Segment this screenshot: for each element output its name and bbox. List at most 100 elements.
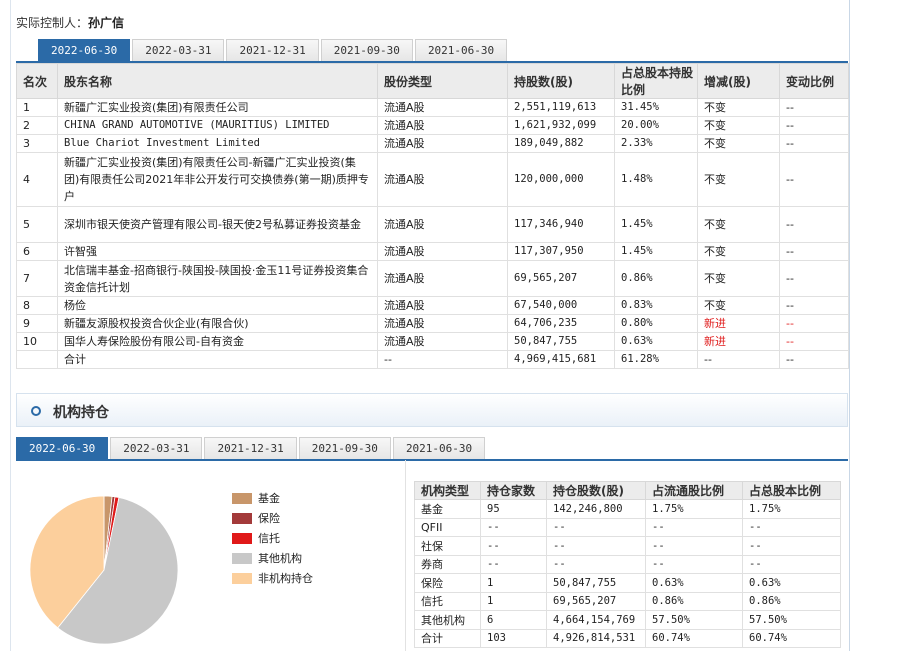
holder-row: 8 杨俭 流通A股 67,540,000 0.83% 不变 -- — [16, 296, 849, 315]
holder-cell-name: CHINA GRAND AUTOMOTIVE (MAURITIUS) LIMIT… — [57, 116, 378, 135]
inst-cell: 1 — [480, 591, 547, 611]
holder-cell-change-ratio: -- — [779, 260, 849, 297]
holder-cell-type: 流通A股 — [377, 116, 508, 135]
holder-cell-shares: 50,847,755 — [507, 332, 615, 351]
inst-cell: 1 — [480, 573, 547, 593]
tab-2021-12-31[interactable]: 2021-12-31 — [226, 39, 319, 61]
holder-cell-name: Blue Chariot Investment Limited — [57, 134, 378, 153]
inst-cell: -- — [480, 536, 547, 556]
inst-cell: -- — [742, 554, 841, 574]
institution-section-header: 机构持仓 — [16, 393, 848, 427]
holder-cell-change: 不变 — [697, 152, 780, 207]
legend-swatch — [232, 512, 252, 524]
col-inst-count: 持仓家数 — [480, 481, 547, 500]
holder-cell-ratio: 0.83% — [614, 296, 698, 315]
holder-cell-change-ratio: -- — [779, 296, 849, 315]
inst-cell: 0.63% — [645, 573, 743, 593]
holder-cell-type: 流通A股 — [377, 242, 508, 261]
holder-row: 10 国华人寿保险股份有限公司-自有资金 流通A股 50,847,755 0.63% 新进… — [16, 332, 849, 351]
inst-cell: 57.50% — [645, 610, 743, 630]
holder-row: 2 CHINA GRAND AUTOMOTIVE (MAURITIUS) LIMI… — [16, 116, 849, 135]
inst-tab-2021-06-30[interactable]: 2021-06-30 — [392, 437, 486, 459]
inst-row: 其他机构 6 4,664,154,769 57.50% 57.50% — [414, 610, 841, 630]
holder-cell-ratio: 1.45% — [614, 242, 698, 261]
inst-cell: 69,565,207 — [546, 591, 646, 611]
col-holder-name: 股东名称 — [57, 63, 378, 99]
inst-header-row: 机构类型 持仓家数 持仓股数(股) 占流通股比例 占总股本比例 — [414, 481, 841, 500]
holder-row: 5 深圳市银天使资产管理有限公司-银天使2号私募证券投资基金 流通A股 117,346… — [16, 206, 849, 243]
inst-cell: 103 — [480, 628, 547, 648]
inst-cell: 50,847,755 — [546, 573, 646, 593]
holder-cell-type: 流通A股 — [377, 152, 508, 207]
holder-cell-type: 流通A股 — [377, 98, 508, 117]
inst-tab-2022-06-30[interactable]: 2022-06-30 — [16, 437, 109, 459]
holder-cell-ratio: 61.28% — [614, 350, 698, 369]
holder-cell-change: 不变 — [697, 116, 780, 135]
institution-holdings-table: 机构类型 持仓家数 持仓股数(股) 占流通股比例 占总股本比例 基金 95 142,… — [414, 481, 841, 648]
holder-cell-ratio: 1.45% — [614, 206, 698, 243]
holder-cell-change-ratio: -- — [779, 134, 849, 153]
tab-2021-06-30[interactable]: 2021-06-30 — [414, 39, 508, 61]
holder-cell-name: 杨俭 — [57, 296, 378, 315]
holder-cell-ratio: 0.86% — [614, 260, 698, 297]
inst-cell: 1.75% — [742, 499, 841, 519]
institution-pie-chart — [29, 495, 179, 645]
inst-cell: -- — [546, 554, 646, 574]
col-rank: 名次 — [16, 63, 58, 99]
holder-cell-change: -- — [697, 350, 780, 369]
col-inst-shares: 持仓股数(股) — [546, 481, 646, 500]
inst-tab-2021-09-30[interactable]: 2021-09-30 — [298, 437, 391, 459]
inst-row: 保险 1 50,847,755 0.63% 0.63% — [414, 573, 841, 593]
holder-cell-shares: 64,706,235 — [507, 314, 615, 333]
holder-cell-type: 流通A股 — [377, 332, 508, 351]
inst-row: 信托 1 69,565,207 0.86% 0.86% — [414, 591, 841, 611]
inst-cell: 保险 — [414, 573, 481, 593]
left-border — [10, 0, 11, 651]
legend-label: 信托 — [258, 532, 280, 545]
inst-tab-2021-12-31[interactable]: 2021-12-31 — [204, 437, 297, 459]
inst-cell: -- — [480, 517, 547, 537]
inst-cell: 1.75% — [645, 499, 743, 519]
inst-tab-2022-03-31[interactable]: 2022-03-31 — [110, 437, 203, 459]
inst-row: 社保 -- -- -- -- — [414, 536, 841, 556]
tab-2022-03-31[interactable]: 2022-03-31 — [132, 39, 225, 61]
legend-item-non-institution: 非机构持仓 — [232, 568, 313, 588]
inst-cell: -- — [742, 517, 841, 537]
inst-cell: 基金 — [414, 499, 481, 519]
holder-row: 1 新疆广汇实业投资(集团)有限责任公司 流通A股 2,551,119,613 31.4… — [16, 98, 849, 117]
inst-cell: 4,926,814,531 — [546, 628, 646, 648]
holder-cell-rank: 1 — [16, 98, 58, 117]
holder-row: 7 北信瑞丰基金-招商银行-陕国投-陕国投·金玉11号证券投资集合资金信托计划 流通… — [16, 260, 849, 297]
holder-cell-type: 流通A股 — [377, 314, 508, 333]
pie-legend: 基金 保险 信托 其他机构 非机构持仓 — [232, 488, 313, 588]
holder-cell-change-ratio: -- — [779, 350, 849, 369]
inst-cell: 6 — [480, 610, 547, 630]
institution-date-tabs: 2022-06-30 2022-03-31 2021-12-31 2021-09… — [16, 437, 486, 459]
controller-name: 孙广信 — [88, 16, 125, 30]
legend-label: 基金 — [258, 492, 280, 505]
holder-date-tabs: 2022-06-30 2022-03-31 2021-12-31 2021-09… — [38, 39, 508, 61]
inst-cell: 券商 — [414, 554, 481, 574]
holder-cell-rank: 5 — [16, 206, 58, 243]
holder-cell-rank: 8 — [16, 296, 58, 315]
holder-cell-shares: 2,551,119,613 — [507, 98, 615, 117]
tab-2021-09-30[interactable]: 2021-09-30 — [320, 39, 413, 61]
inst-cell: 社保 — [414, 536, 481, 556]
inst-cell: -- — [645, 554, 743, 574]
legend-label: 保险 — [258, 512, 280, 525]
holder-cell-rank: 2 — [16, 116, 58, 135]
holder-cell-shares: 4,969,415,681 — [507, 350, 615, 369]
inst-cell: 95 — [480, 499, 547, 519]
holder-cell-name: 国华人寿保险股份有限公司-自有资金 — [57, 332, 378, 351]
col-change: 增减(股) — [697, 63, 780, 99]
holder-cell-rank: 6 — [16, 242, 58, 261]
holder-cell-change: 不变 — [697, 242, 780, 261]
inst-row: 基金 95 142,246,800 1.75% 1.75% — [414, 499, 841, 519]
holder-cell-ratio: 2.33% — [614, 134, 698, 153]
holder-cell-rank: 7 — [16, 260, 58, 297]
inst-cell: -- — [742, 536, 841, 556]
top-holders-table: 名次 股东名称 股份类型 持股数(股) 占总股本持股比例 增减(股) 变动比例 … — [16, 63, 849, 369]
holder-cell-change-ratio: -- — [779, 314, 849, 333]
tab-2022-06-30[interactable]: 2022-06-30 — [38, 39, 131, 61]
holder-cell-ratio: 1.48% — [614, 152, 698, 207]
